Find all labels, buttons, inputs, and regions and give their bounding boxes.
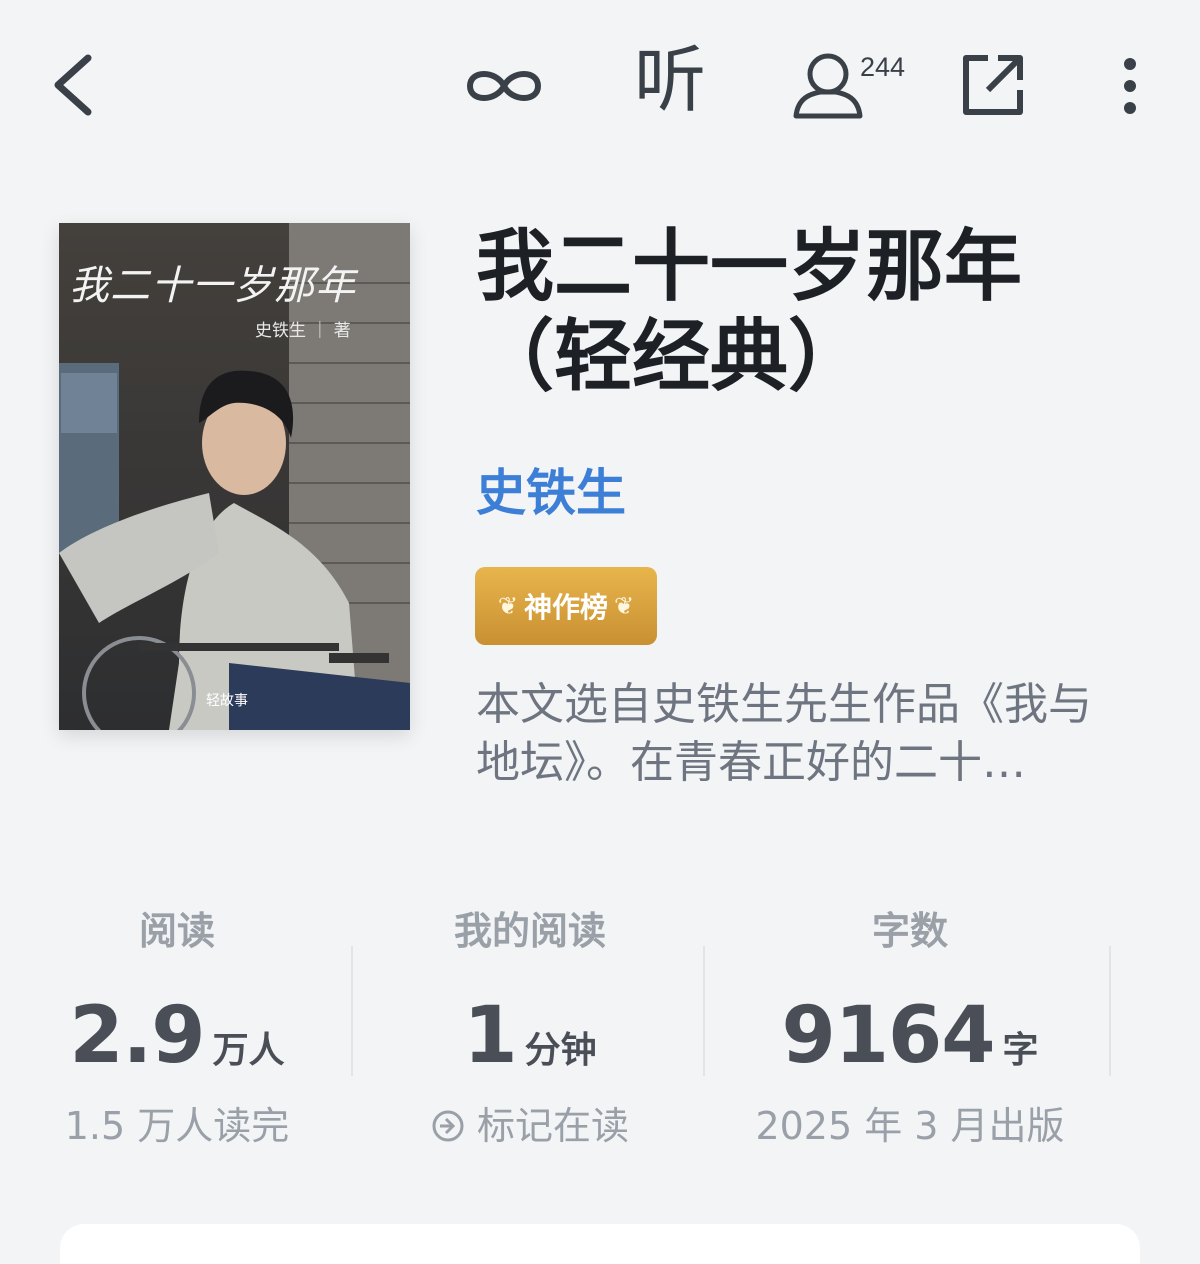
stats-row: 阅读 2.9 万人 1.5 万人读完 我的阅读 1 分钟 标记在读 字数 9164 字… (0, 900, 1200, 1160)
book-title: 我二十一岁那年（轻经典） (476, 221, 1023, 402)
author-link[interactable]: 史铁生 (476, 468, 626, 518)
readers-icon[interactable] (790, 50, 866, 122)
share-icon[interactable] (958, 52, 1026, 118)
publish-date: 2025 年 3 月出版 (755, 1104, 1065, 1148)
stat-reads: 阅读 2.9 万人 1.5 万人读完 (52, 900, 302, 1150)
reads-unit: 万人 (212, 1030, 285, 1071)
infinity-icon[interactable] (462, 60, 546, 112)
back-arrow-icon[interactable] (44, 50, 100, 120)
reads-number: 2.9 (69, 991, 205, 1081)
more-options-icon[interactable] (1114, 56, 1146, 118)
arrow-circle-icon (432, 1110, 464, 1142)
ranking-badge[interactable]: ❦ 神作榜 ❦ (475, 567, 657, 645)
stat-word-count: 字数 9164 字 2025 年 3 月出版 (740, 900, 1080, 1150)
word-count-number: 9164 (781, 991, 995, 1081)
stat-value: 9164 字 (740, 991, 1080, 1081)
readers-count: 244 (860, 52, 906, 82)
mark-reading-button[interactable]: 标记在读 (380, 1095, 680, 1150)
listen-button[interactable]: 听 (634, 44, 706, 116)
my-reading-number: 1 (463, 991, 517, 1081)
cover-author: 史铁生 ｜ 著 (255, 321, 351, 341)
divider (351, 946, 353, 1076)
divider (703, 946, 705, 1076)
stat-label: 字数 (871, 909, 948, 953)
badge-label: 神作榜 (523, 591, 608, 624)
laurel-left-icon: ❦ (497, 592, 518, 620)
stat-label: 我的阅读 (453, 909, 606, 953)
book-cover[interactable]: 我二十一岁那年 史铁生 ｜ 著 (59, 223, 410, 730)
bottom-card (60, 1224, 1140, 1264)
book-description[interactable]: 本文选自史铁生先生作品《我与地坛》。在青春正好的二十… (476, 676, 1126, 792)
stat-my-reading: 我的阅读 1 分钟 标记在读 (380, 900, 680, 1150)
reads-finished: 1.5 万人读完 (64, 1104, 290, 1148)
stat-value: 1 分钟 (380, 991, 680, 1081)
divider (1109, 946, 1111, 1076)
cover-title: 我二十一岁那年 (69, 263, 356, 309)
word-count-unit: 字 (1002, 1030, 1039, 1071)
laurel-right-icon: ❦ (614, 592, 635, 620)
my-reading-unit: 分钟 (524, 1030, 597, 1071)
cover-brand-logo: 轻故事 (206, 693, 248, 709)
mark-reading-label: 标记在读 (477, 1104, 630, 1148)
stat-label: 阅读 (138, 909, 215, 953)
stat-value: 2.9 万人 (52, 991, 302, 1081)
top-toolbar: 听 244 (0, 0, 1200, 170)
